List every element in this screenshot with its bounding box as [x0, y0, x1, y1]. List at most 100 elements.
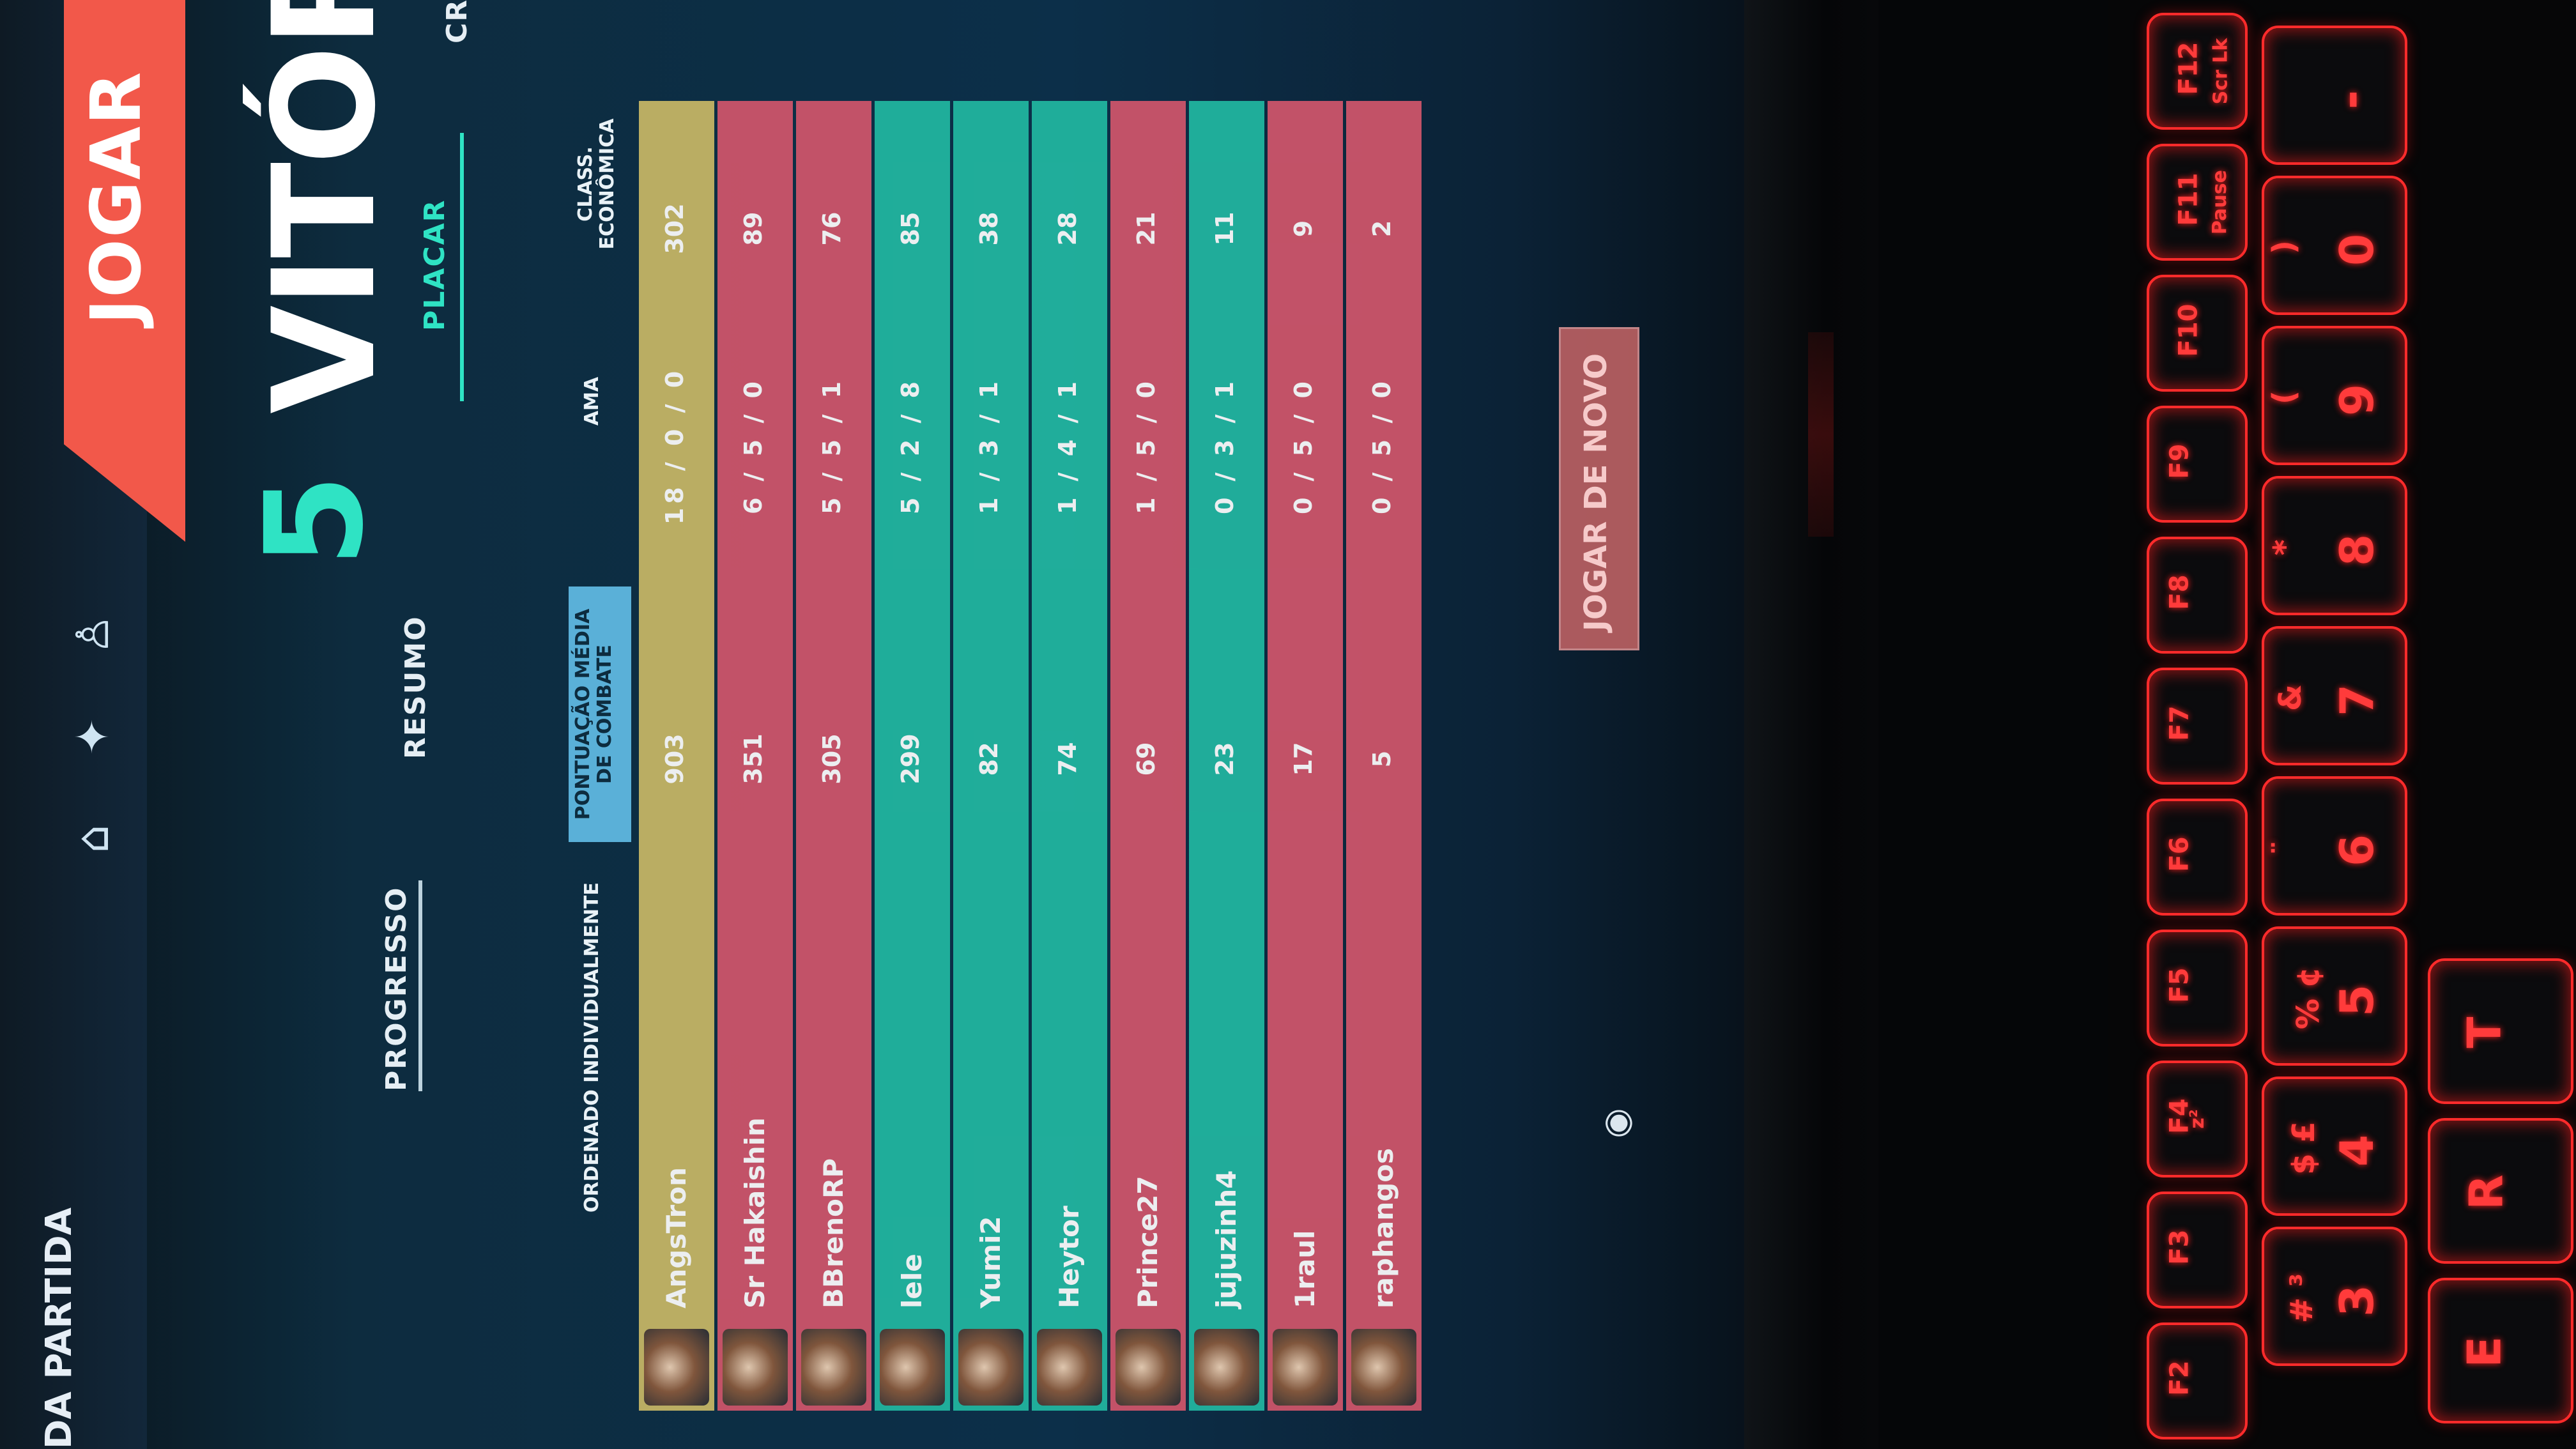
- function-key[interactable]: F6: [2147, 799, 2248, 916]
- econ-rating: 9: [1289, 220, 1317, 238]
- function-key[interactable]: F7: [2147, 668, 2248, 785]
- player-name: lele: [896, 1254, 928, 1308]
- player-name: BBrenoRP: [818, 1158, 849, 1308]
- number-key[interactable]: 9(: [2262, 326, 2407, 465]
- key-label: E: [2457, 1336, 2511, 1368]
- number-key[interactable]: 7 &: [2262, 626, 2407, 765]
- combat-score: 82: [975, 742, 1003, 776]
- keyboard: F12 Scr Lk F11 Pause F10 F9 F8 F7 F6 F5 F4 z² F3 F2 - 0…: [2108, 0, 2576, 1449]
- combat-score: 74: [1054, 742, 1082, 776]
- number-key[interactable]: -: [2262, 26, 2407, 165]
- kda-stats: 0 / 3 / 1: [1211, 378, 1239, 514]
- player-name: Yumi2: [975, 1216, 1006, 1308]
- table-row[interactable]: lele 299 5 / 2 / 8 85: [875, 101, 950, 1411]
- eye-icon[interactable]: ◉: [1596, 1104, 1636, 1142]
- econ-rating: 85: [896, 211, 924, 246]
- key-sublabel: &: [2272, 684, 2308, 711]
- econ-rating: 28: [1054, 211, 1082, 246]
- key-label: F10: [2174, 303, 2204, 357]
- laptop-logo: [1808, 332, 1834, 537]
- player-name: Sr Hakaishin: [739, 1117, 770, 1308]
- function-key[interactable]: F2: [2147, 1322, 2248, 1439]
- agent-avatar: [801, 1329, 866, 1406]
- agent-avatar: [1037, 1329, 1102, 1406]
- key-label: F11: [2174, 172, 2204, 226]
- kda-stats: 0 / 5 / 0: [1368, 378, 1396, 514]
- kda-stats: 0 / 5 / 0: [1289, 378, 1317, 514]
- tab-summary[interactable]: RESUMO: [399, 615, 432, 759]
- function-key[interactable]: F3: [2147, 1192, 2248, 1308]
- key-label: -: [2323, 90, 2377, 109]
- number-key[interactable]: 3 # ³: [2262, 1227, 2407, 1366]
- table-row[interactable]: 1raul 17 0 / 5 / 0 9: [1268, 101, 1343, 1411]
- table-row[interactable]: Heytor 74 1 / 4 / 1 28: [1032, 101, 1107, 1411]
- tab-progress[interactable]: PROGRESSO: [380, 887, 413, 1091]
- function-key[interactable]: F5: [2147, 930, 2248, 1046]
- key-label: 8: [2330, 533, 2384, 567]
- game-ui: DA PARTIDA ⌂ ✦ ♙ JOGAR 5 VITÓRIA PROGRES…: [0, 0, 1725, 1449]
- function-key[interactable]: F8: [2147, 537, 2248, 654]
- agent-avatar: [1273, 1329, 1338, 1406]
- player-name: Heytor: [1054, 1206, 1085, 1308]
- letter-key[interactable]: E: [2428, 1278, 2573, 1423]
- key-label: T: [2457, 1016, 2511, 1048]
- function-key[interactable]: F4 z²: [2147, 1061, 2248, 1177]
- kda-stats: 1 / 3 / 1: [975, 378, 1003, 514]
- sort-label[interactable]: ORDENADO INDIVIDUALMENTE: [581, 882, 603, 1213]
- letter-key[interactable]: T: [2428, 958, 2573, 1104]
- table-row[interactable]: Sr Hakaishin 351 6 / 5 / 0 89: [717, 101, 793, 1411]
- key-label: R: [2459, 1174, 2513, 1210]
- econ-rating: 38: [975, 211, 1003, 246]
- table-row[interactable]: raphangos 5 0 / 5 / 0 2: [1346, 101, 1422, 1411]
- combat-score: 351: [739, 733, 767, 785]
- key-label: F12: [2174, 42, 2204, 95]
- kda-header[interactable]: AMA: [581, 356, 603, 446]
- econ-rating: 76: [818, 211, 846, 246]
- function-key[interactable]: F10: [2147, 275, 2248, 392]
- key-sublabel: $ £: [2285, 1121, 2322, 1175]
- tab-scoreboard-underline: [460, 133, 464, 401]
- key-label: F9: [2165, 443, 2195, 479]
- key-sublabel: (: [2266, 390, 2302, 404]
- table-row[interactable]: Prince27 69 1 / 5 / 0 21: [1110, 101, 1186, 1411]
- econ-rating: 2: [1368, 220, 1396, 238]
- number-key[interactable]: 5% ¢: [2262, 926, 2407, 1066]
- key-label: 9: [2330, 383, 2384, 417]
- key-label: F3: [2165, 1229, 2195, 1265]
- number-key[interactable]: 8 *: [2262, 476, 2407, 615]
- letter-key[interactable]: R: [2428, 1118, 2573, 1264]
- kda-stats: 6 / 5 / 0: [739, 378, 767, 514]
- econ-rating: 302: [661, 203, 689, 254]
- number-key[interactable]: 0): [2262, 176, 2407, 315]
- number-key[interactable]: 6 ¨: [2262, 776, 2407, 916]
- econ-header[interactable]: CLASS. ECONÔMICA: [574, 82, 618, 286]
- combat-score: 17: [1289, 742, 1317, 776]
- combat-score: 903: [661, 733, 689, 785]
- key-sublabel: *: [2267, 539, 2303, 556]
- combat-score: 23: [1211, 742, 1239, 776]
- table-row[interactable]: jujuzinh4 23 0 / 3 / 1 11: [1189, 101, 1264, 1411]
- screen-bezel: [1744, 0, 1878, 1449]
- function-key[interactable]: F12 Scr Lk: [2147, 13, 2248, 130]
- key-label: 4: [2330, 1134, 2384, 1167]
- agents-icon[interactable]: ♙: [66, 612, 119, 657]
- match-details-title: DA PARTIDA: [38, 1207, 80, 1449]
- home-icon[interactable]: ⌂: [66, 816, 119, 861]
- agent-avatar: [1116, 1329, 1181, 1406]
- key-sublabel: ¨: [2267, 840, 2303, 855]
- kda-stats: 5 / 2 / 8: [896, 378, 924, 514]
- acs-header[interactable]: PONTUAÇÃO MÉDIA DE COMBATE: [569, 586, 631, 842]
- contract-icon[interactable]: ✦: [66, 714, 119, 759]
- table-row[interactable]: AngsTron 903 18 / 0 / 0 302: [639, 101, 714, 1411]
- function-key[interactable]: F11 Pause: [2147, 144, 2248, 261]
- key-sublabel: z²: [2186, 1109, 2209, 1129]
- table-row[interactable]: Yumi2 82 1 / 3 / 1 38: [953, 101, 1029, 1411]
- number-key[interactable]: 4 $ £: [2262, 1077, 2407, 1216]
- player-name: AngsTron: [661, 1167, 692, 1308]
- kda-stats: 5 / 5 / 1: [818, 378, 846, 514]
- econ-rating: 21: [1132, 211, 1160, 246]
- tab-scoreboard[interactable]: PLACAR: [418, 199, 451, 331]
- table-row[interactable]: BBrenoRP 305 5 / 5 / 1 76: [796, 101, 871, 1411]
- tab-timeline[interactable]: CRONO: [441, 0, 473, 43]
- function-key[interactable]: F9: [2147, 406, 2248, 523]
